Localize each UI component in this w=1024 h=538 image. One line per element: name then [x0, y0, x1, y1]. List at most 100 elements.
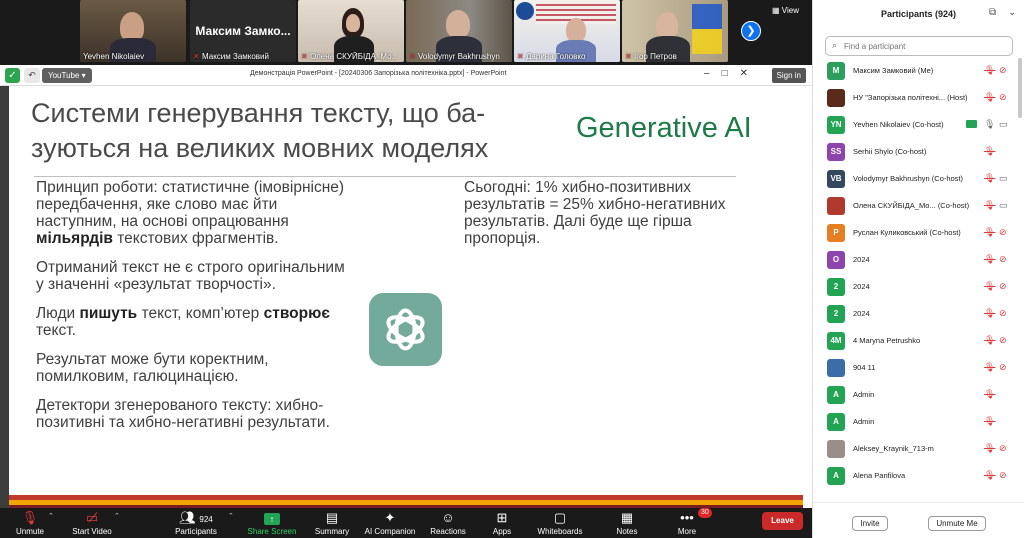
participant-row[interactable]: Олена СКУЙБІДА_Мо... (Co-host) 🎙︎ ▭	[813, 193, 1018, 220]
camera-off-icon[interactable]: ⊘	[999, 443, 1007, 454]
mic-muted-icon[interactable]: 🎙︎	[984, 416, 995, 427]
participant-row[interactable]: 904 11 🎙︎ ⊘	[813, 355, 1018, 382]
paragraph-text: текстових фрагментів.	[112, 230, 279, 247]
invite-button[interactable]: Invite	[852, 516, 888, 531]
camera-on-icon[interactable]: ▭	[999, 200, 1008, 211]
paragraph-text: Принцип роботи: статистичне (імовірнісне…	[36, 179, 345, 230]
participant-row[interactable]: YN Yevhen Nikolaiev (Co-host) 🎙︎ ▭	[813, 112, 1018, 139]
mic-muted-icon[interactable]: 🎙︎	[984, 389, 995, 400]
camera-off-icon[interactable]: ⊘	[999, 227, 1007, 238]
unmute-me-button[interactable]: Unmute Me	[928, 516, 986, 531]
mic-muted-icon[interactable]: 🎙︎	[984, 92, 995, 103]
participant-name: 904 11	[853, 363, 876, 372]
mic-muted-icon[interactable]: 🎙︎	[984, 470, 995, 481]
participant-row[interactable]: M Максим Замковий (Me) 🎙︎ ⊘	[813, 58, 1018, 85]
participant-row[interactable]: 4M 4 Maryna Petrushko 🎙︎ ⊘	[813, 328, 1018, 355]
participant-row[interactable]: Aleksey_Kraynik_713-m 🎙︎ ⊘	[813, 436, 1018, 463]
view-label: View	[781, 6, 799, 15]
meeting-toolbar: 🎙︎ Unmute ⌃ ▭̸ Start Video ⌃ 👥︎ 924 Partici…	[0, 508, 812, 538]
whiteboards-button[interactable]: ▢ Whiteboards	[530, 509, 590, 537]
participant-row[interactable]: 2 2024 🎙︎ ⊘	[813, 301, 1018, 328]
popout-icon[interactable]: ⧉	[989, 7, 996, 18]
scrollbar[interactable]	[1018, 58, 1022, 118]
participant-row[interactable]: A Admin 🎙︎	[813, 409, 1018, 436]
participant-row[interactable]: SS Serhii Shylo (Co-host) 🎙︎	[813, 139, 1018, 166]
next-page-button[interactable]: ❯	[741, 21, 761, 41]
video-options-caret[interactable]: ⌃	[114, 512, 120, 520]
camera-off-icon[interactable]: ⊘	[999, 92, 1007, 103]
more-badge: 30	[698, 508, 712, 518]
participants-options-caret[interactable]: ⌃	[228, 512, 234, 520]
participant-search[interactable]: ⌕	[825, 36, 1013, 56]
apps-button[interactable]: ⊞ Apps	[472, 509, 532, 537]
mic-muted-icon[interactable]: 🎙︎	[984, 335, 995, 346]
mic-muted-icon[interactable]: 🎙︎	[984, 443, 995, 454]
avatar: 2	[827, 305, 845, 323]
mic-muted-icon[interactable]: 🎙︎	[984, 362, 995, 373]
mic-muted-icon[interactable]: 🎙︎	[984, 308, 995, 319]
participants-panel: Participants (924) ⧉ ⌄ ⌕ MМаксим Замкови…	[812, 0, 1024, 538]
camera-off-icon[interactable]: ⊘	[999, 470, 1007, 481]
camera-off-icon[interactable]: ⊘	[999, 362, 1007, 373]
slide-side-bar	[0, 86, 9, 508]
mic-muted-icon[interactable]: 🎙︎	[984, 173, 995, 184]
avatar	[827, 89, 845, 107]
participant-row[interactable]: A Alena Panfilova 🎙︎ ⊘	[813, 463, 1018, 490]
search-input[interactable]	[844, 40, 1004, 53]
participant-row[interactable]: VB Volodymyr Bakhrushyn (Co-host) 🎙︎ ▭	[813, 166, 1018, 193]
mic-muted-icon[interactable]: 🎙︎	[984, 200, 995, 211]
summary-icon: ▤	[325, 510, 339, 525]
tile-name-text: Yevhen Nikolaiev	[83, 52, 145, 61]
mic-muted-icon[interactable]: 🎙︎	[984, 146, 995, 157]
camera-off-icon[interactable]: ⊘	[999, 65, 1007, 76]
avatar: VB	[827, 170, 845, 188]
mic-on-icon[interactable]: 🎙︎	[984, 119, 995, 130]
paragraph-text: текст.	[36, 322, 76, 339]
tile-name-text: Volodymyr Bakhrushyn	[418, 52, 500, 61]
participants-icon: 👥︎ 924	[179, 510, 213, 525]
view-button[interactable]: ▦ View	[772, 6, 799, 15]
close-panel-icon[interactable]: ⌄	[1008, 7, 1016, 18]
camera-off-icon[interactable]: ⊘	[999, 254, 1007, 265]
mic-muted-icon[interactable]: 🎙︎	[984, 65, 995, 76]
camera-off-icon[interactable]: ⊘	[999, 281, 1007, 292]
video-tile[interactable]: ✕ Олена СКУЙБІДА_Мо...	[298, 0, 404, 62]
share-screen-button[interactable]: ↑ Share Screen	[242, 509, 302, 537]
participants-count: 924	[199, 515, 213, 524]
participant-name: Admin	[853, 390, 875, 399]
slide-paragraph: Люди пишуть текст, комп’ютер створює тек…	[36, 305, 356, 339]
notes-button[interactable]: ▦ Notes	[597, 509, 657, 537]
unmute-label: Unmute	[15, 527, 44, 536]
video-tile[interactable]: ✕ Дарина Головко	[514, 0, 620, 62]
video-tile[interactable]: ✕ Volodymyr Bakhrushyn	[406, 0, 512, 62]
reactions-button[interactable]: ☺ Reactions	[418, 509, 478, 537]
ai-companion-button[interactable]: ✦ AI Companion	[360, 509, 420, 537]
mic-muted-icon[interactable]: 🎙︎	[984, 227, 995, 238]
participants-button[interactable]: 👥︎ 924 Participants	[166, 509, 226, 537]
participant-row[interactable]: A Admin 🎙︎	[813, 382, 1018, 409]
camera-on-icon[interactable]: ▭	[999, 119, 1008, 130]
participant-row[interactable]: 2 2024 🎙︎ ⊘	[813, 274, 1018, 301]
video-tile[interactable]: ✕ Ігор Петров	[622, 0, 728, 62]
paragraph-bold: мільярдів	[36, 230, 113, 247]
video-tile[interactable]: Yevhen Nikolaiev	[80, 0, 186, 62]
ai-companion-label: AI Companion	[364, 527, 416, 536]
participant-row[interactable]: НУ "Запорізька політехні... (Host) 🎙︎ ⊘	[813, 85, 1018, 112]
mic-muted-icon[interactable]: 🎙︎	[984, 254, 995, 265]
summary-button[interactable]: ▤ Summary	[302, 509, 362, 537]
participant-name: 4 Maryna Petrushko	[853, 336, 921, 345]
camera-off-icon[interactable]: ⊘	[999, 335, 1007, 346]
camera-off-icon[interactable]: ⊘	[999, 308, 1007, 319]
tile-name: ✕ Максим Замковий	[193, 52, 293, 61]
notes-label: Notes	[616, 527, 638, 536]
person-head	[446, 10, 470, 38]
camera-on-icon[interactable]: ▭	[999, 173, 1008, 184]
participant-row[interactable]: P Руслан Куликовський (Co-host) 🎙︎ ⊘	[813, 220, 1018, 247]
mic-muted-icon[interactable]: 🎙︎	[984, 281, 995, 292]
video-tile[interactable]: Максим Замко... ✕ Максим Замковий	[190, 0, 296, 62]
participant-row[interactable]: O 2024 🎙︎ ⊘	[813, 247, 1018, 274]
leave-button[interactable]: Leave	[762, 512, 803, 530]
start-video-button[interactable]: ▭̸ Start Video	[62, 509, 122, 537]
audio-options-caret[interactable]: ⌃	[48, 512, 54, 520]
participant-name: Volodymyr Bakhrushyn (Co-host)	[853, 174, 964, 183]
